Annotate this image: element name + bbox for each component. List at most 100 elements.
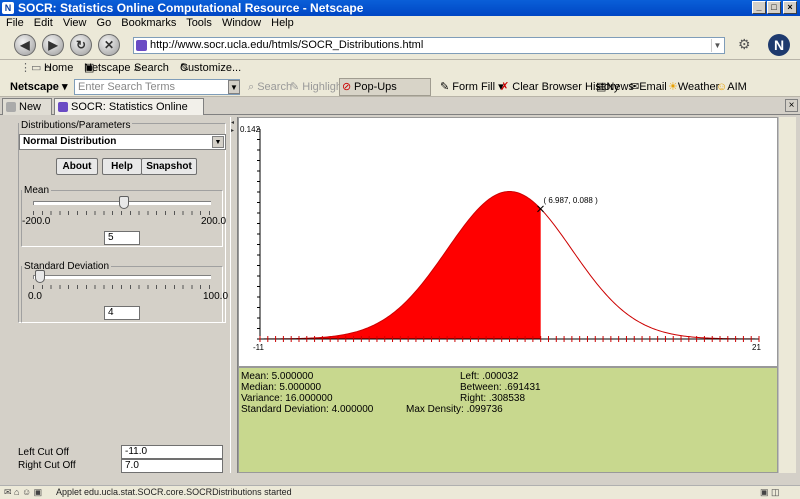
tab-socr[interactable]: SOCR: Statistics Online Computatio... (54, 98, 204, 129)
stat-maxdensity: Max Density: .099736 (406, 404, 503, 415)
mean-label: Mean (22, 185, 52, 196)
shaded-area (260, 191, 541, 339)
netscape-search-brand[interactable]: Netscape ▾ (10, 77, 68, 97)
menu-go[interactable]: Go (97, 17, 112, 29)
stat-sd: Standard Deviation: 4.000000 (241, 404, 374, 415)
sd-value-field[interactable]: 4 (104, 306, 140, 320)
collapse-left-icon[interactable]: ◂ (231, 119, 234, 126)
search-label: Search (134, 62, 169, 74)
point-label: ( 6.987, 0.088 ) (543, 196, 598, 205)
distributions-group-title: Distributions/Parameters (19, 120, 133, 131)
mean-value-field[interactable]: 5 (104, 231, 140, 245)
mean-min-label: -200.0 (22, 216, 51, 227)
stat-median: Median: 5.000000 (241, 382, 322, 393)
window-title: SOCR: Statistics Online Computational Re… (18, 1, 364, 15)
url-text: http://www.socr.ucla.edu/htmls/SOCR_Dist… (150, 39, 424, 51)
left-cutoff-field[interactable]: -11.0 (121, 445, 223, 459)
url-dropdown-icon[interactable]: ▼ (711, 39, 723, 52)
toolbar-grip-icon: ⋮▭ (20, 62, 42, 74)
formfill-label: Form Fill (452, 81, 496, 93)
search-toolbar: Netscape ▾ Enter Search Terms ▼ ⌕ Search… (0, 77, 800, 109)
email-icon: ✉ (630, 81, 640, 93)
status-bar: ✉ ⌂ ☺ ▣ Applet edu.ucla.stat.SOCR.core.S… (0, 485, 800, 499)
distribution-value: Normal Distribution (23, 136, 117, 147)
stop-icon: ✕ (103, 38, 115, 52)
news-button[interactable]: ▤News (596, 77, 634, 97)
tab-bar: New Tab SOCR: Statistics Online Computat… (0, 97, 800, 129)
sd-min-label: 0.0 (28, 291, 42, 302)
personal-toolbar: ⋮▭ ⌂ Home ▣ Netscape ⌕ Search ✎ Customiz… (0, 60, 800, 77)
x-max-label: 21 (752, 343, 761, 352)
aim-icon: ☺ (716, 81, 728, 93)
menu-edit[interactable]: Edit (34, 17, 53, 29)
menu-bar: File Edit View Go Bookmarks Tools Window… (0, 16, 800, 30)
reload-button[interactable]: ↻ (70, 34, 92, 56)
page-scrollbar[interactable] (778, 117, 796, 473)
mean-max-label: 200.0 (201, 216, 227, 227)
netscape-app-icon: N (2, 2, 14, 14)
site-favicon (136, 40, 147, 51)
sd-slider-thumb[interactable] (35, 270, 46, 283)
highlight-button[interactable]: ✎ Highlight (290, 77, 345, 97)
search-button[interactable]: ⌕ Search (248, 77, 292, 97)
aim-button[interactable]: ☺AIM (716, 77, 747, 97)
customize-label: Customize... (180, 62, 242, 74)
mean-slider-thumb[interactable] (119, 196, 130, 209)
help-button[interactable]: Help (102, 158, 142, 175)
close-tab-icon[interactable]: × (785, 99, 798, 112)
distribution-graph[interactable]: 0.142 -11 21 ( 6.987, 0.088 ) (238, 117, 778, 367)
window-titlebar: N SOCR: Statistics Online Computational … (0, 0, 800, 16)
minimize-button[interactable]: _ (752, 1, 766, 14)
stat-between: Between: .691431 (460, 382, 541, 393)
right-cutoff-label: Right Cut Off (18, 460, 76, 471)
weather-button[interactable]: ☀Weather (668, 77, 719, 97)
popups-blocked-indicator[interactable]: ⊘Pop-Ups Blocked: 10 (339, 78, 431, 109)
navigation-toolbar: ◀ ▶ ↻ ✕ http://www.socr.ucla.edu/htmls/S… (0, 30, 800, 60)
tab-new[interactable]: New Tab (2, 98, 52, 129)
email-button[interactable]: ✉Email (630, 77, 667, 97)
aim-label: AIM (727, 81, 747, 93)
sd-slider-track[interactable] (33, 275, 211, 279)
close-window-button[interactable]: × (783, 1, 797, 14)
highlight-icon: ✎ (290, 81, 303, 93)
menu-view[interactable]: View (63, 17, 87, 29)
stat-mean: Mean: 5.000000 (241, 371, 314, 382)
url-field[interactable]: http://www.socr.ucla.edu/htmls/SOCR_Dist… (133, 37, 725, 54)
menu-file[interactable]: File (6, 17, 24, 29)
maximize-button[interactable]: □ (767, 1, 781, 14)
stop-button[interactable]: ✕ (98, 34, 120, 56)
y-max-label: 0.142 (240, 125, 261, 134)
formfill-button[interactable]: ✎ Form Fill ▾ (440, 77, 504, 97)
menu-help[interactable]: Help (271, 17, 294, 29)
menu-tools[interactable]: Tools (186, 17, 212, 29)
dropdown-arrow-icon: ▼ (212, 136, 224, 148)
distribution-chart: 0.142 -11 21 ( 6.987, 0.088 ) (240, 125, 761, 352)
search-input[interactable]: Enter Search Terms (74, 79, 240, 95)
snapshot-button[interactable]: Snapshot (141, 158, 197, 175)
back-arrow-icon: ◀ (20, 38, 30, 52)
menu-bookmarks[interactable]: Bookmarks (121, 17, 176, 29)
status-text: Applet edu.ucla.stat.SOCR.core.SOCRDistr… (56, 487, 292, 497)
stat-right: Right: .308538 (460, 393, 526, 404)
forward-button[interactable]: ▶ (42, 34, 64, 56)
left-cutoff-label: Left Cut Off (18, 447, 69, 458)
about-button[interactable]: About (56, 158, 98, 175)
netscape-logo-icon[interactable]: N (768, 34, 790, 56)
search-dropdown-icon[interactable]: ▼ (228, 80, 240, 94)
brand-label: Netscape (10, 81, 59, 93)
news-icon: ▤ (596, 81, 607, 93)
new-tab-icon (6, 102, 16, 112)
menu-window[interactable]: Window (222, 17, 261, 29)
formfill-icon: ✎ (440, 81, 453, 93)
status-icons: ✉ ⌂ ☺ ▣ (4, 487, 43, 497)
x-min-label: -11 (253, 343, 265, 352)
activity-throbber-icon: ⚙ (738, 36, 751, 52)
home-label: Home (44, 62, 74, 74)
weather-label: Weather (677, 81, 720, 93)
panel-splitter[interactable]: ◂ ▸ (230, 117, 238, 473)
distribution-select[interactable]: Normal Distribution ▼ (19, 134, 226, 150)
email-label: Email (639, 81, 667, 93)
back-button[interactable]: ◀ (14, 34, 36, 56)
right-cutoff-field[interactable]: 7.0 (121, 459, 223, 473)
collapse-right-icon[interactable]: ▸ (231, 127, 234, 134)
